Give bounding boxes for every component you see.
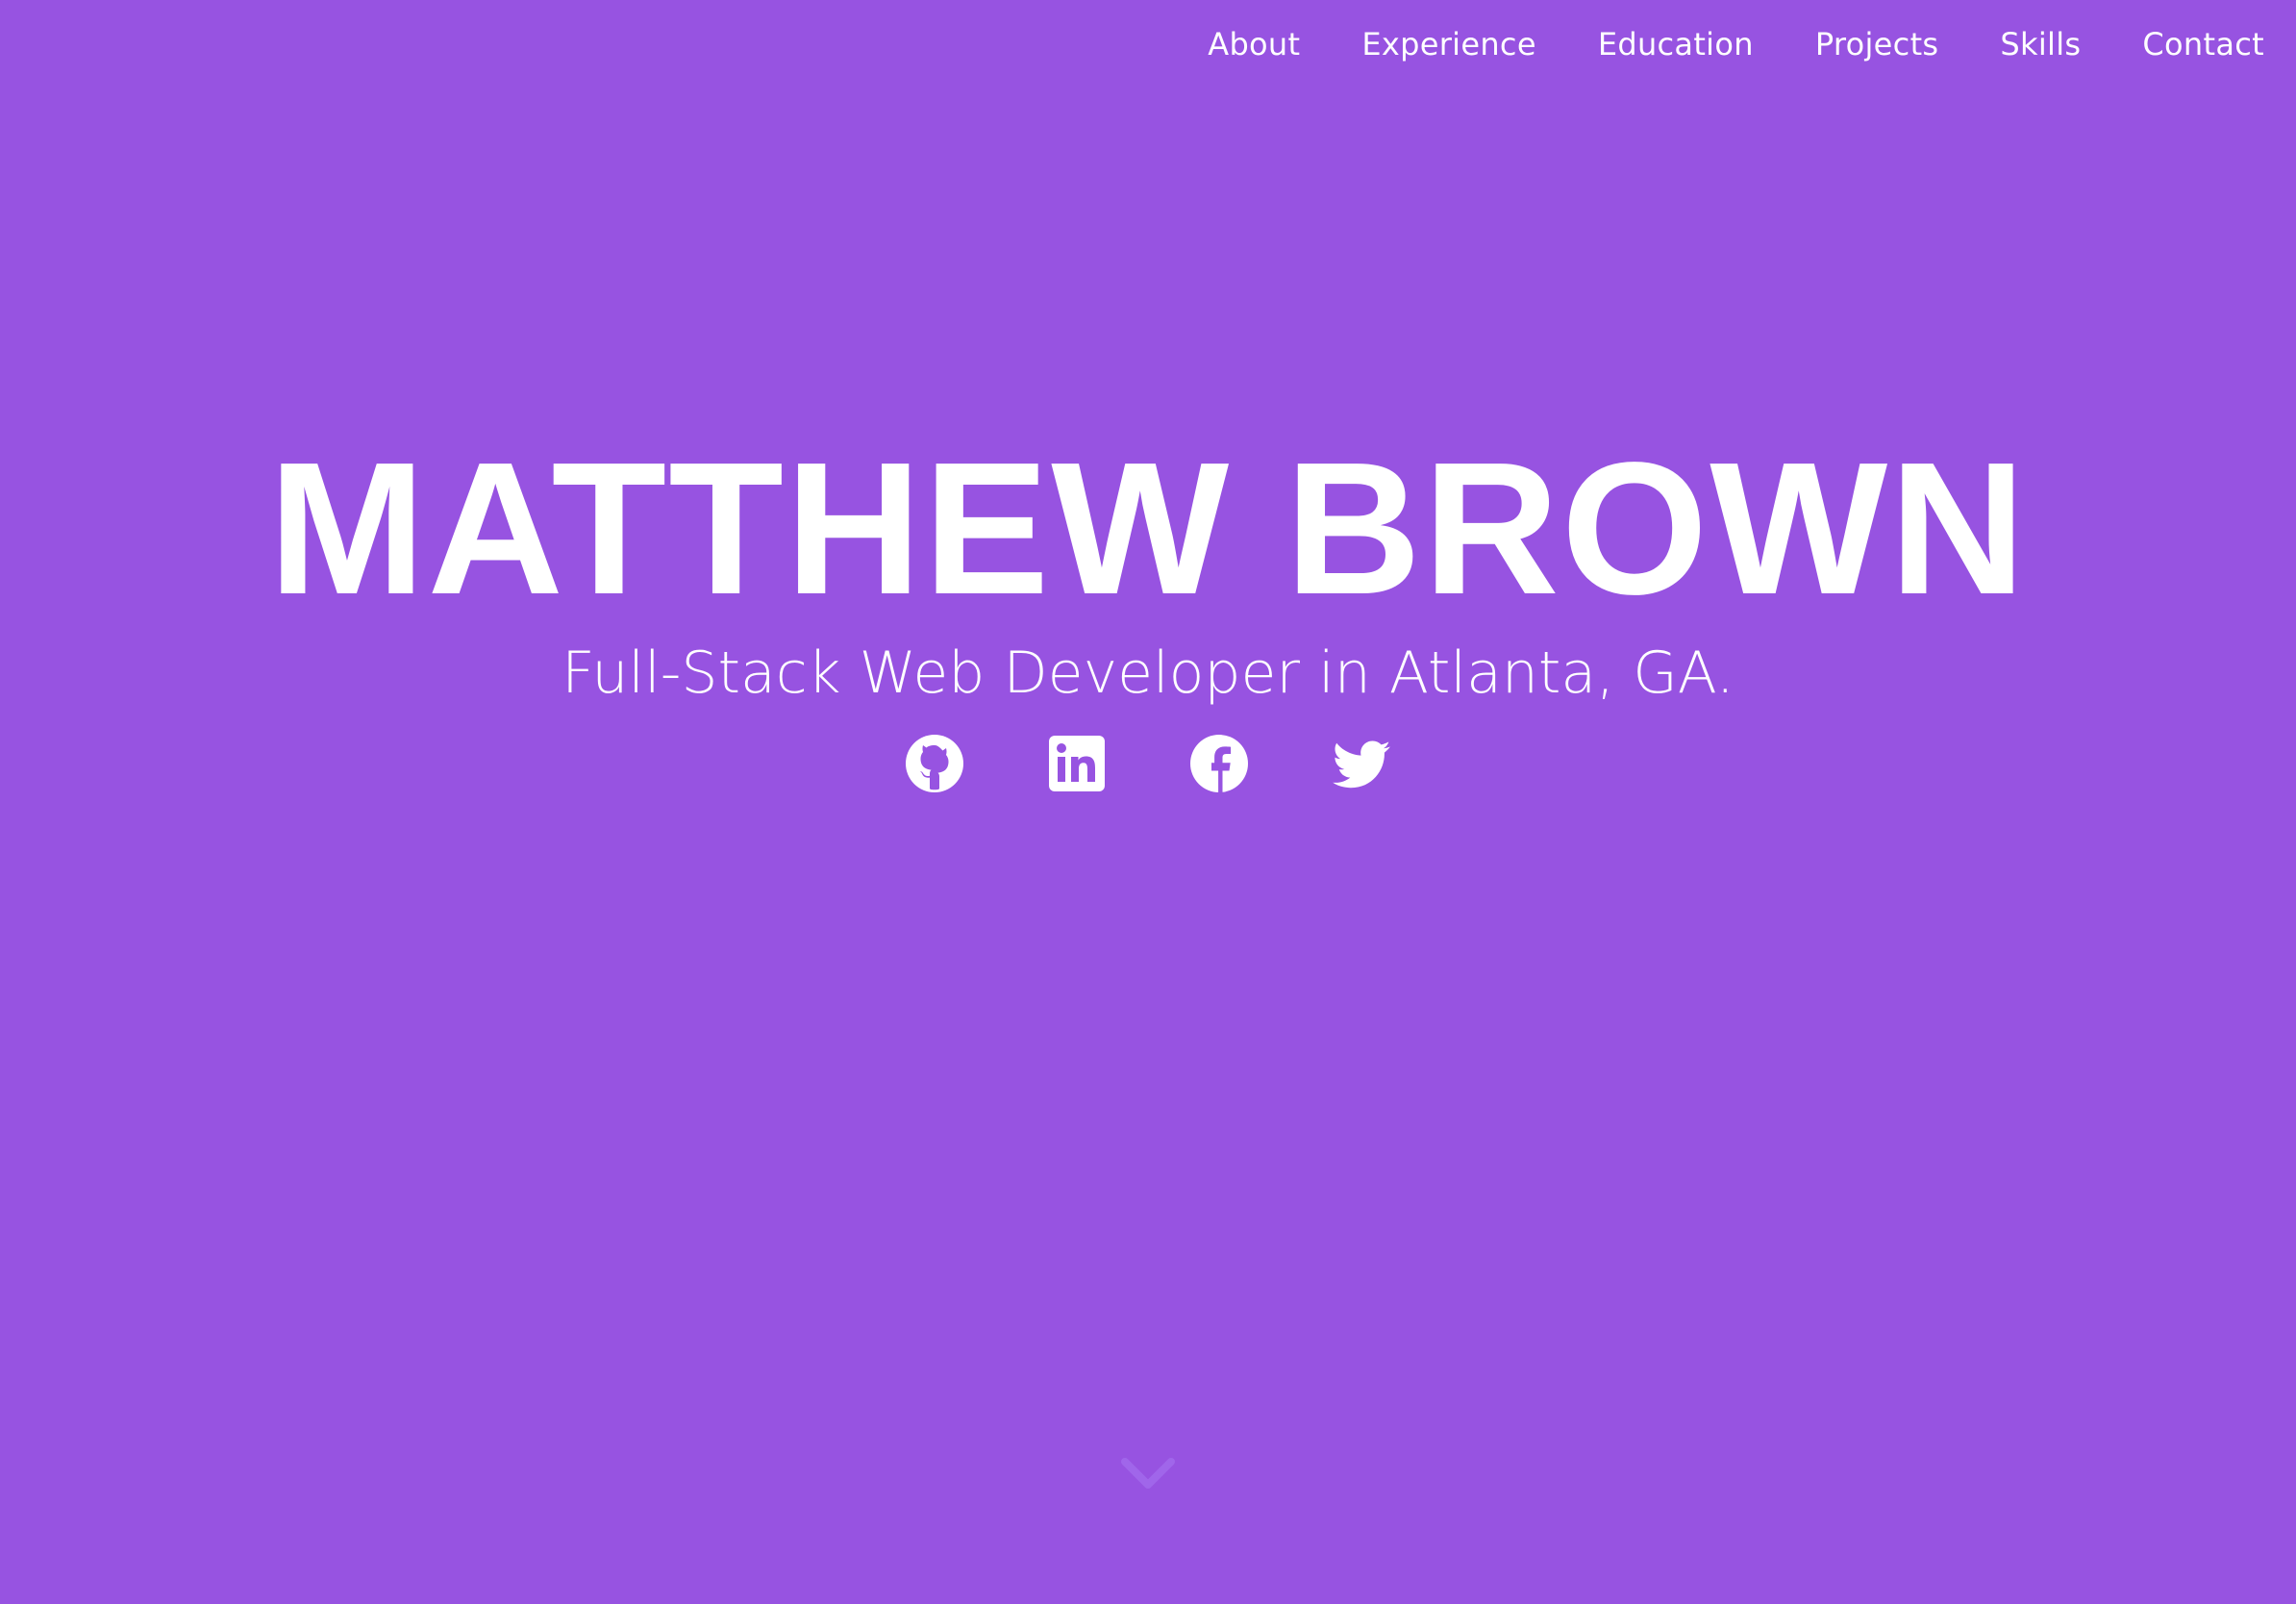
- social-links: [0, 733, 2296, 794]
- main-nav: About Experience Education Projects Skil…: [1208, 21, 2264, 67]
- github-link[interactable]: [904, 733, 965, 794]
- hero-name: MATTHEW BROWN: [268, 423, 2028, 634]
- linkedin-link[interactable]: [1046, 733, 1108, 794]
- facebook-link[interactable]: [1188, 733, 1250, 794]
- twitter-icon: [1333, 740, 1390, 789]
- github-icon: [906, 735, 963, 792]
- nav-link-education[interactable]: Education: [1598, 21, 1754, 67]
- nav-link-contact[interactable]: Contact: [2142, 21, 2264, 67]
- twitter-link[interactable]: [1331, 733, 1392, 794]
- linkedin-icon: [1049, 736, 1105, 791]
- hero-tagline: Full-Stack Web Developer in Atlanta, GA.: [562, 639, 1734, 707]
- nav-link-about[interactable]: About: [1208, 21, 1300, 67]
- nav-link-experience[interactable]: Experience: [1361, 21, 1535, 67]
- nav-link-projects[interactable]: Projects: [1815, 21, 1939, 67]
- hero-section: MATTHEW BROWN Full-Stack Web Developer i…: [0, 423, 2296, 794]
- nav-link-skills[interactable]: Skills: [2000, 21, 2081, 67]
- scroll-down-button[interactable]: [1119, 1454, 1177, 1492]
- chevron-down-icon: [1121, 1458, 1175, 1489]
- facebook-icon: [1190, 735, 1248, 792]
